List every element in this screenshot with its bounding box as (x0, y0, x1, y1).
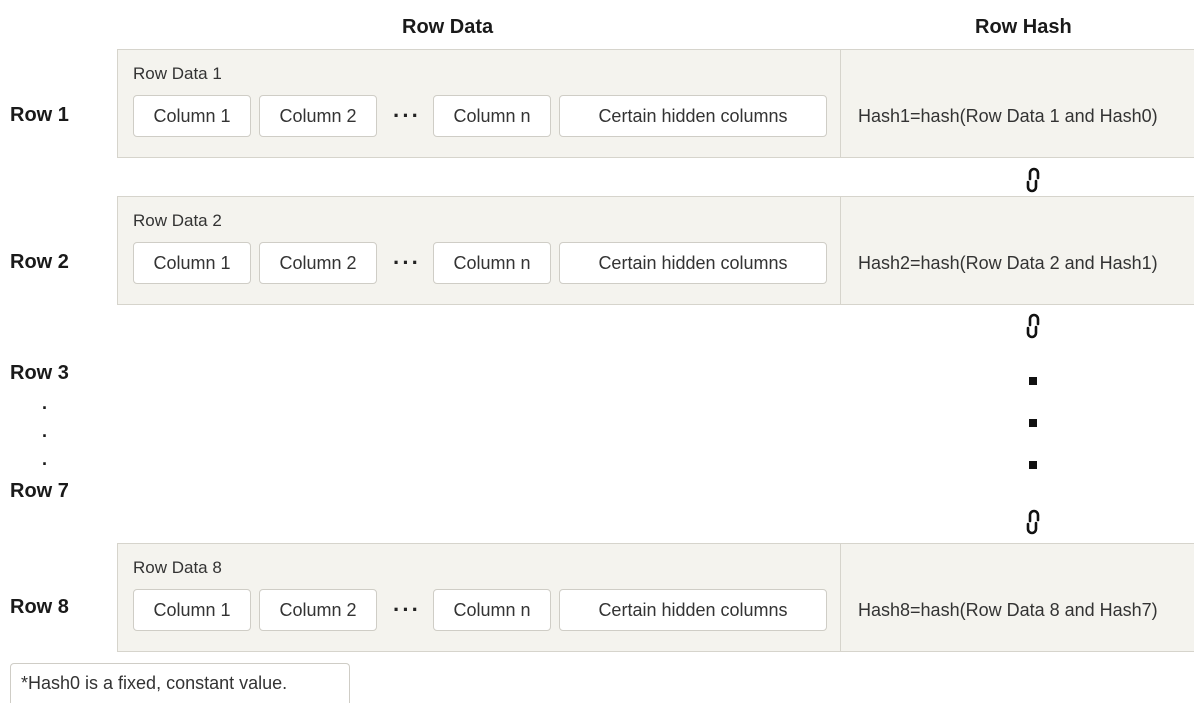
row-data-title: Row Data 8 (133, 558, 222, 577)
column-cell-n: Column n (433, 95, 551, 137)
hidden-columns-cell: Certain hidden columns (559, 242, 827, 284)
column-cell-1: Column 1 (133, 95, 251, 137)
column-cell-2: Column 2 (259, 589, 377, 631)
column-cell-1: Column 1 (133, 242, 251, 284)
hash-text: Hash2=hash(Row Data 2 and Hash1) (858, 253, 1158, 273)
continuation-square (1029, 377, 1037, 385)
divider (840, 197, 841, 304)
ellipsis: ··· (393, 597, 421, 622)
row-label-8: Row 8 (10, 596, 69, 618)
hidden-columns-cell: Certain hidden columns (559, 589, 827, 631)
column-cell-2: Column 2 (259, 242, 377, 284)
row-label-2: Row 2 (10, 251, 69, 273)
column-cell-n: Column n (433, 589, 551, 631)
row-box-1: Row Data 1 Column 1 Column 2 ··· Column … (117, 49, 1194, 158)
gap-dot: . (42, 449, 48, 469)
chain-link-icon (1026, 313, 1040, 339)
row-label-3: Row 3 (10, 362, 69, 384)
header-row-hash: Row Hash (975, 16, 1072, 38)
ellipsis: ··· (393, 103, 421, 128)
row-data-title: Row Data 1 (133, 64, 222, 83)
continuation-square (1029, 419, 1037, 427)
chain-link-icon (1026, 509, 1040, 535)
column-cell-1: Column 1 (133, 589, 251, 631)
row-box-8: Row Data 8 Column 1 Column 2 ··· Column … (117, 543, 1194, 652)
divider (840, 50, 841, 157)
gap-dot: . (42, 421, 48, 441)
row-box-2: Row Data 2 Column 1 Column 2 ··· Column … (117, 196, 1194, 305)
footnote: *Hash0 is a fixed, constant value. (10, 663, 350, 703)
hash-text: Hash8=hash(Row Data 8 and Hash7) (858, 600, 1158, 620)
hidden-columns-cell: Certain hidden columns (559, 95, 827, 137)
column-cell-2: Column 2 (259, 95, 377, 137)
column-cell-n: Column n (433, 242, 551, 284)
hash-text: Hash1=hash(Row Data 1 and Hash0) (858, 106, 1158, 126)
row-label-1: Row 1 (10, 104, 69, 126)
ellipsis: ··· (393, 250, 421, 275)
chain-link-icon (1026, 167, 1040, 193)
row-data-title: Row Data 2 (133, 211, 222, 230)
continuation-square (1029, 461, 1037, 469)
divider (840, 544, 841, 651)
gap-dot: . (42, 393, 48, 413)
row-label-7: Row 7 (10, 480, 69, 502)
header-row-data: Row Data (402, 16, 494, 38)
